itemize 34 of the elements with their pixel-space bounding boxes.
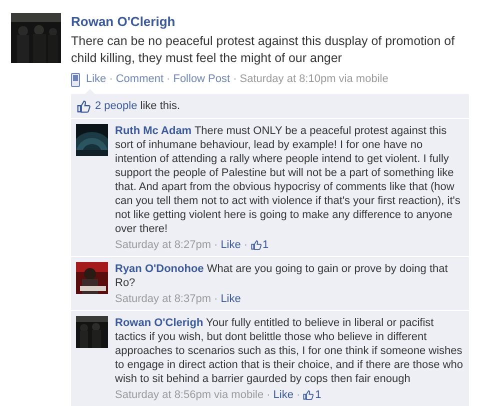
like-link[interactable]: Like (220, 292, 241, 306)
likes-text: 2 people like this. (95, 98, 180, 114)
action-link[interactable]: Like (86, 71, 106, 88)
author-link[interactable]: Ryan O'Donohoe (115, 263, 204, 275)
author-name[interactable]: Rowan O'Clerigh (71, 14, 469, 30)
like-count[interactable]: 1 (315, 388, 322, 402)
post-time: Saturday at 8:10pm via mobile (240, 72, 388, 88)
comment-time: Saturday at 8:37pm (115, 292, 212, 306)
thumbs-up-icon (303, 390, 314, 400)
action-link[interactable]: Comment (116, 71, 164, 88)
people-link[interactable]: 2 people (95, 100, 138, 112)
thumbs-up-icon (250, 240, 262, 250)
post-text: There can be no peaceful protest against this dusplay of promotion of child killing, they must feel the might of our anger (71, 33, 456, 67)
separator-dot: · (166, 72, 170, 88)
comment-time: Saturday at 8:27pm (115, 238, 212, 252)
action-link[interactable]: Follow Post (173, 71, 230, 88)
author-link[interactable]: Ruth Mc Adam (115, 125, 192, 137)
separator-dot: · (233, 72, 237, 88)
comment-text: Ruth Mc Adam There must ONLY be a peaceful protest against this sort of inhumane behaviour, lead by example! I for one have no intention of attending a rally where people intend to get violent. I fully support the people of Palestine but will not be a part of something like that. And apart from the obvious hypocrisy of comments like that (how can you tell them not to act with violence if that's your first reaction), it's not like getting violent here is going to make any difference to anyone over there! (115, 124, 462, 236)
thumbs-up-icon (77, 100, 91, 112)
comment-text: Rowan O'Clerigh Your fully entitled to believe in liberal or pacifist tactics if you wish, but dont belittle those who believe in different approaches to scenarios such as this, I for one think if someone wishes to engage in direct action that is their choice, and if there are those who wish to sit behind a barrier gaurded by cops then fair enough (115, 316, 464, 386)
separator-dot: · (266, 388, 270, 402)
author-link[interactable]: Rowan O'Clerigh (115, 317, 204, 329)
comment-text: Ryan O'Donohoe What are you going to gain or prove by doing that Ro? (115, 262, 449, 290)
like-link[interactable]: Like (220, 238, 241, 252)
separator-dot: · (244, 238, 248, 252)
separator-dot: · (214, 292, 218, 306)
mobile-phone-icon (71, 72, 80, 86)
comment-time: Saturday at 8:56pm via mobile (115, 388, 264, 402)
separator-dot: · (296, 388, 300, 402)
separator-dot: · (109, 72, 113, 88)
like-link[interactable]: Like (273, 388, 294, 402)
separator-dot: · (214, 238, 218, 252)
like-count[interactable]: 1 (262, 238, 269, 252)
